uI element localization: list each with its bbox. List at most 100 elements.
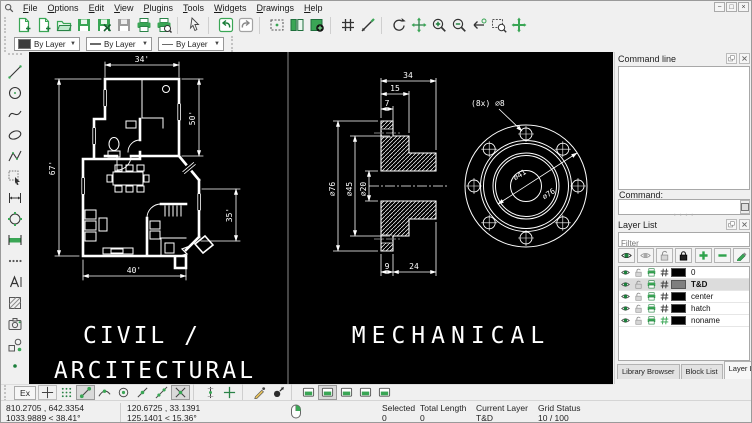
menu-widgets[interactable]: Widgets <box>209 2 252 14</box>
float-dock-button[interactable] <box>726 219 737 230</box>
layer-name[interactable]: hatch <box>688 304 749 313</box>
polyline-tool-button[interactable] <box>5 145 26 166</box>
set-relative-zero-button[interactable] <box>269 385 288 400</box>
layer-dock-titlebar[interactable]: Layer List <box>615 218 752 231</box>
toolbar-grip[interactable] <box>231 36 238 52</box>
layer-construction-icon[interactable] <box>660 292 669 301</box>
layer-print-icon[interactable] <box>647 268 656 277</box>
tab-layer-list[interactable]: Layer List <box>724 361 752 379</box>
hatch-tool-button[interactable] <box>5 292 26 313</box>
layer-row[interactable]: hatch <box>619 303 749 315</box>
snap-distance-button[interactable] <box>152 385 171 400</box>
pointer-button[interactable] <box>185 15 205 35</box>
snap-center-button[interactable] <box>114 385 133 400</box>
menu-options[interactable]: Options <box>43 2 84 14</box>
draft-view-button[interactable] <box>318 385 337 400</box>
layer-lock-icon[interactable] <box>634 316 643 325</box>
unlock-all-layers-button[interactable] <box>656 248 673 263</box>
menu-file[interactable]: File <box>18 2 43 14</box>
fullscreen-view-button[interactable] <box>299 385 318 400</box>
image-tool-button[interactable] <box>5 313 26 334</box>
curve-tool-button[interactable] <box>5 103 26 124</box>
modify-layer-button[interactable] <box>733 248 750 263</box>
undo-button[interactable] <box>216 15 236 35</box>
layer-lock-icon[interactable] <box>634 292 643 301</box>
command-history[interactable] <box>618 66 750 190</box>
free-snap-button[interactable] <box>38 385 57 400</box>
tab-block-list[interactable]: Block List <box>681 364 723 379</box>
text-tool-button[interactable] <box>5 271 26 292</box>
layer-construction-icon[interactable] <box>660 268 669 277</box>
snap-intersection-button[interactable] <box>171 385 190 400</box>
lock-relative-zero-button[interactable] <box>250 385 269 400</box>
layer-visible-icon[interactable] <box>621 304 630 313</box>
redo-button[interactable] <box>236 15 256 35</box>
minimize-button[interactable]: − <box>714 2 725 12</box>
lock-all-layers-button[interactable] <box>675 248 692 263</box>
layer-color-swatch[interactable] <box>671 268 686 277</box>
dimension-horizontal-button[interactable] <box>5 229 26 250</box>
toolbar-grip[interactable] <box>4 17 11 33</box>
selection-window-button[interactable] <box>267 15 287 35</box>
restrict-orthogonal-button[interactable] <box>220 385 239 400</box>
layer-color-swatch[interactable] <box>671 304 686 313</box>
save-button[interactable] <box>74 15 94 35</box>
new-from-template-button[interactable] <box>34 15 54 35</box>
zoom-in-button[interactable] <box>429 15 449 35</box>
close-button[interactable]: × <box>738 2 749 12</box>
save-all-button[interactable] <box>114 15 134 35</box>
command-dock-titlebar[interactable]: Command line <box>615 52 752 65</box>
restore-button[interactable]: □ <box>726 2 737 12</box>
menu-plugins[interactable]: Plugins <box>138 2 178 14</box>
circle-tool-button[interactable] <box>5 82 26 103</box>
line-tool-button[interactable] <box>5 61 26 82</box>
layer-print-icon[interactable] <box>647 316 656 325</box>
hide-all-layers-button[interactable] <box>637 248 654 263</box>
layer-row-selected[interactable]: T&D <box>619 279 749 291</box>
toolbar-grip[interactable] <box>4 385 11 401</box>
ellipse-tool-button[interactable] <box>5 124 26 145</box>
command-options-button[interactable] <box>740 200 750 214</box>
page-view-button[interactable] <box>356 385 375 400</box>
layer-color-swatch[interactable] <box>671 292 686 301</box>
toolbar-grip[interactable] <box>8 53 22 59</box>
normal-view-button[interactable] <box>337 385 356 400</box>
snap-on-entity-button[interactable] <box>95 385 114 400</box>
layer-construction-icon[interactable] <box>660 280 669 289</box>
exclusive-snap-button[interactable]: Ex <box>14 386 36 400</box>
window-zoom-button[interactable] <box>489 15 509 35</box>
snap-endpoint-button[interactable] <box>76 385 95 400</box>
tab-library-browser[interactable]: Library Browser <box>617 364 680 379</box>
layer-construction-icon[interactable] <box>660 304 669 313</box>
command-input[interactable] <box>619 201 740 213</box>
previous-view-button[interactable] <box>469 15 489 35</box>
layer-row[interactable]: center <box>619 291 749 303</box>
layer-print-icon[interactable] <box>647 280 656 289</box>
toolbar-grip[interactable] <box>4 36 11 52</box>
layer-visible-icon[interactable] <box>621 268 630 277</box>
layer-row[interactable]: 0 <box>619 267 749 279</box>
layer-construction-icon[interactable] <box>660 316 669 325</box>
select-tool-button[interactable] <box>5 166 26 187</box>
layer-color-swatch[interactable] <box>671 316 686 325</box>
layer-name[interactable]: center <box>688 292 749 301</box>
close-dock-button[interactable] <box>739 219 750 230</box>
point-tool-button[interactable] <box>5 355 26 376</box>
view-panels-button[interactable] <box>287 15 307 35</box>
view-panel-add-button[interactable] <box>307 15 327 35</box>
block-tool-button[interactable] <box>5 334 26 355</box>
snap-grid-button[interactable] <box>57 385 76 400</box>
open-file-button[interactable] <box>54 15 74 35</box>
pen-color-select[interactable]: By Layer ▼ <box>14 37 80 51</box>
auto-zoom-button[interactable] <box>409 15 429 35</box>
redraw-button[interactable] <box>389 15 409 35</box>
menu-help[interactable]: Help <box>299 2 328 14</box>
layer-lock-icon[interactable] <box>634 280 643 289</box>
layer-lock-icon[interactable] <box>634 268 643 277</box>
show-all-layers-button[interactable] <box>618 248 635 263</box>
draft-mode-button[interactable] <box>358 15 378 35</box>
float-dock-button[interactable] <box>726 53 737 64</box>
zoom-out-button[interactable] <box>449 15 469 35</box>
restrict-vertical-button[interactable] <box>201 385 220 400</box>
pen-width-select[interactable]: By Layer ▼ <box>86 37 152 51</box>
